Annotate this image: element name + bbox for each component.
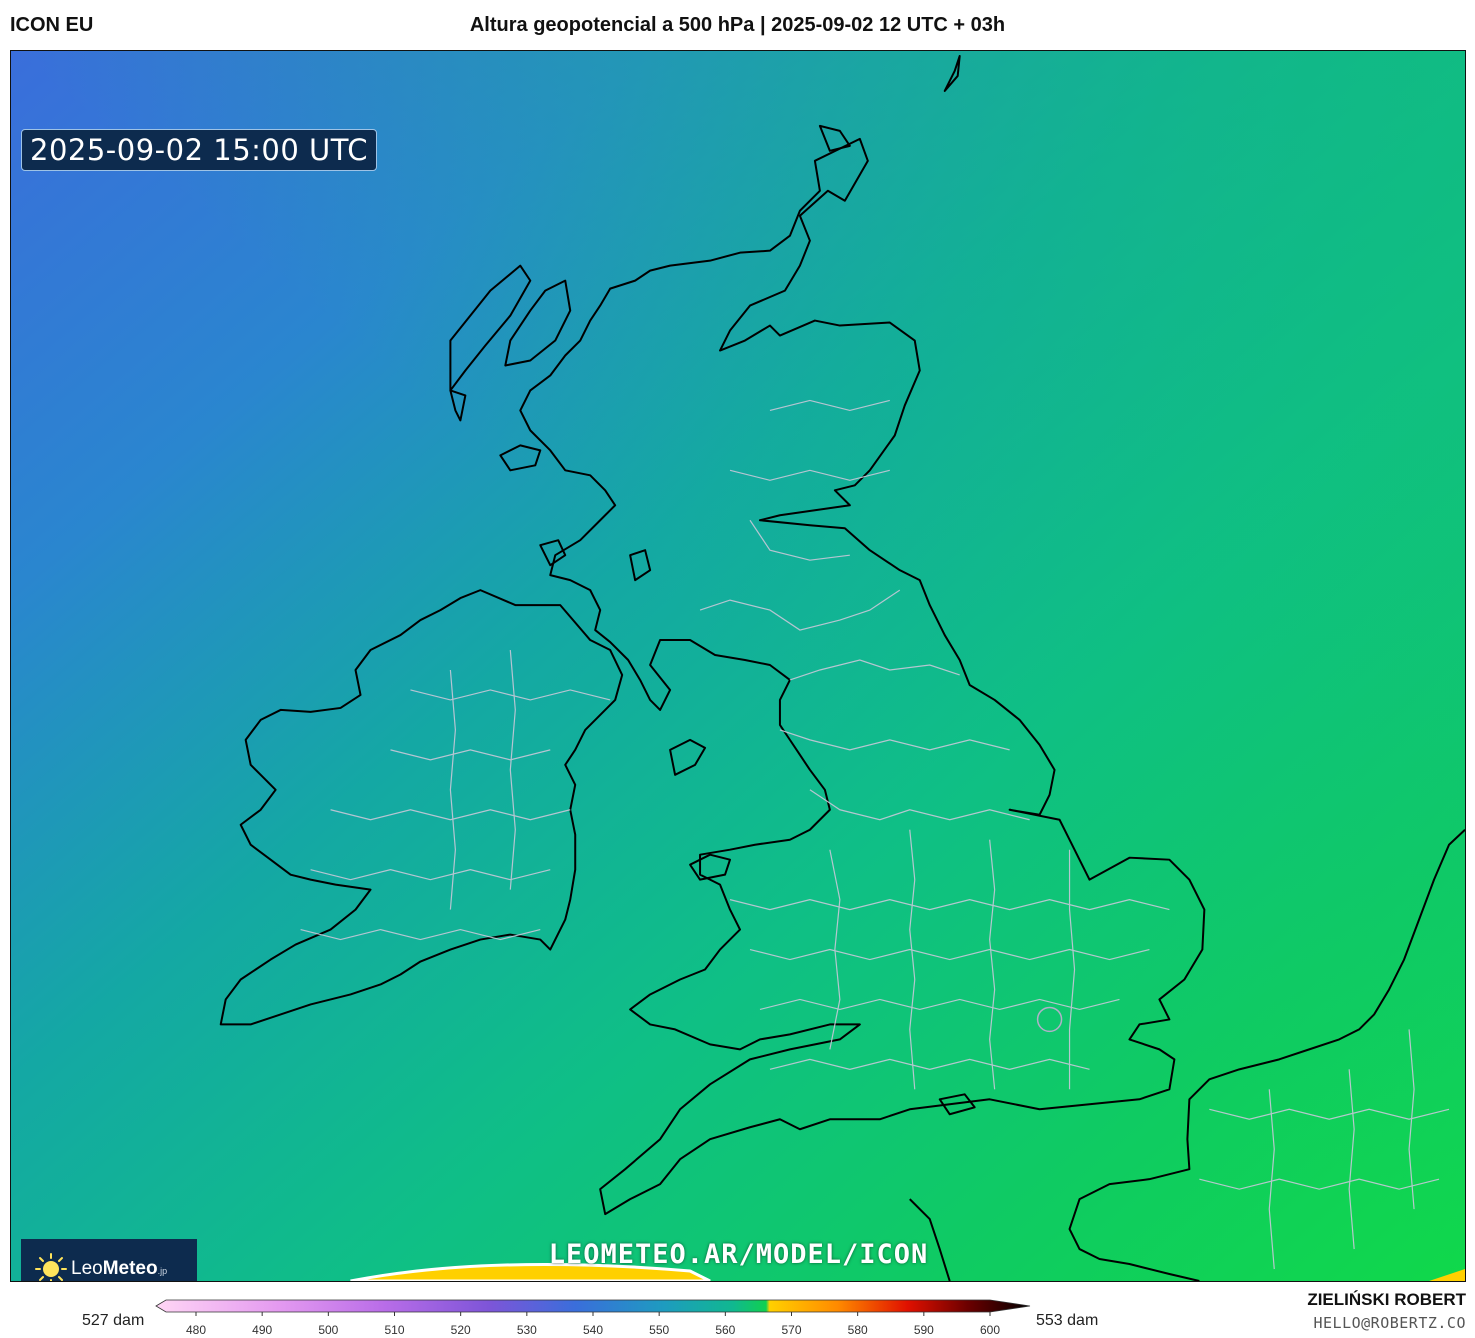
colorbar-tick-label: 600: [980, 1323, 1000, 1337]
colorbar: 480 490 500 510 520 530 540 550 560 570 580 590 600: [155, 1299, 1031, 1337]
colorbar-max-label: 553 dam: [1036, 1312, 1099, 1329]
map-canvas: [11, 51, 1465, 1281]
colorbar-ticks: 480 490 500 510 520 530 540 550 560 570 580 590 600: [186, 1312, 1000, 1337]
colorbar-tick-label: 510: [384, 1323, 404, 1337]
colorbar-tick-label: 530: [517, 1323, 537, 1337]
author-name: ZIELIŃSKI ROBERT: [1307, 1290, 1466, 1309]
colorbar-tick-label: 560: [715, 1323, 735, 1337]
colorbar-tick-label: 590: [914, 1323, 934, 1337]
site-watermark: LEOMETEO.AR/MODEL/ICON: [548, 1239, 929, 1270]
colorbar-tick-label: 580: [848, 1323, 868, 1337]
colorbar-tick-label: 570: [781, 1323, 801, 1337]
colorbar-tick-label: 520: [451, 1323, 471, 1337]
chart-title: Altura geopotencial a 500 hPa | 2025-09-…: [469, 14, 1006, 36]
colorbar-min-label: 527 dam: [82, 1312, 145, 1329]
colorbar-tick-label: 540: [583, 1323, 603, 1337]
author-email[interactable]: HELLO@ROBERTZ.CO: [1314, 1314, 1467, 1332]
colorbar-tick-label: 500: [318, 1323, 338, 1337]
colorbar-bar: [155, 1299, 1031, 1313]
weather-map[interactable]: 2025-09-02 15:00 UTC LeoMeteo.jp LEOMETE…: [10, 50, 1466, 1282]
valid-time-badge: 2025-09-02 15:00 UTC: [21, 129, 378, 171]
colorbar-tick-label: 480: [186, 1323, 206, 1337]
colorbar-tick-label: 550: [649, 1323, 669, 1337]
colorbar-tick-label: 490: [252, 1323, 272, 1337]
